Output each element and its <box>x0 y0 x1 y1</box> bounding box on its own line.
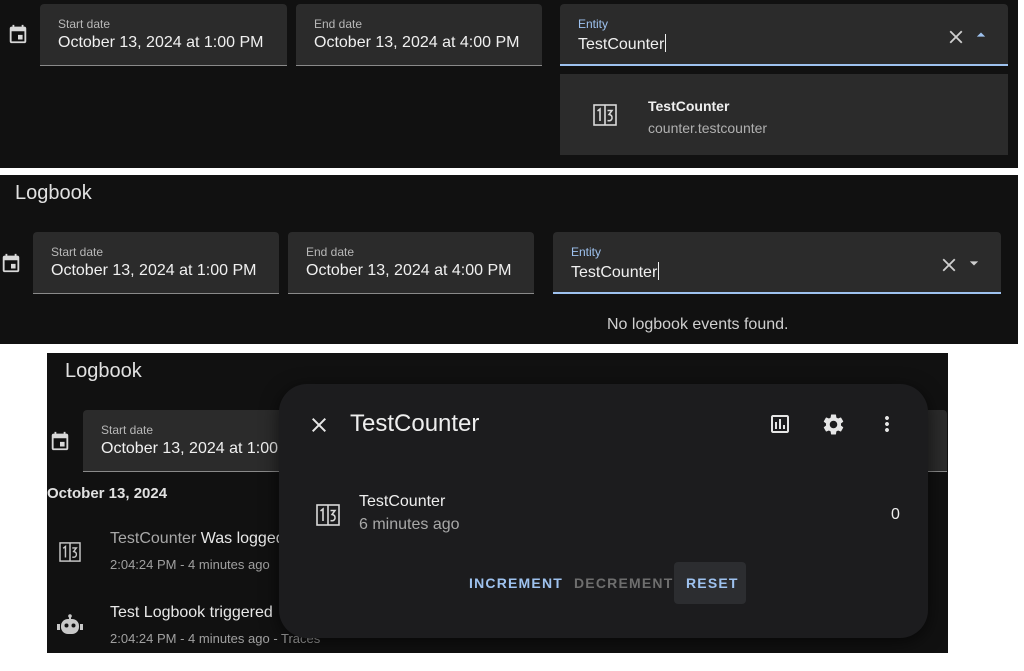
list-item[interactable]: TestCounter Was logged <box>110 530 285 548</box>
list-item[interactable]: Test Logbook triggered <box>110 604 273 622</box>
page-title: Logbook <box>15 182 92 204</box>
calendar-icon[interactable] <box>7 23 29 45</box>
entity-value: TestCounter <box>571 262 660 281</box>
end-date-value: October 13, 2024 at 4:00 PM <box>306 262 512 279</box>
last-changed: 6 minutes ago <box>359 516 460 533</box>
entry-action: Was logged <box>200 530 285 547</box>
entity-suggestion-item[interactable]: TestCounter counter.testcounter <box>560 74 1008 155</box>
end-date-field[interactable]: End date October 13, 2024 at 4:00 PM <box>296 4 542 66</box>
panel-no-events: Logbook Start date October 13, 2024 at 1… <box>0 175 1018 344</box>
entity-input[interactable]: Entity TestCounter <box>553 232 1001 294</box>
more-info-dialog: TestCounter TestCounter 6 minutes ago 0 … <box>279 384 928 638</box>
chevron-down-icon[interactable] <box>964 253 984 273</box>
panel-logbook-dialog: Logbook Start date October 13, 2024 at 1… <box>47 353 948 653</box>
decrement-button[interactable]: DECREMENT <box>574 575 673 591</box>
end-date-value: October 13, 2024 at 4:00 PM <box>314 34 520 51</box>
entity-label: Entity <box>571 245 602 259</box>
panel-entity-picker-open: Start date October 13, 2024 at 1:00 PM E… <box>0 0 1018 168</box>
gear-icon[interactable] <box>821 412 846 437</box>
start-date-label: Start date <box>101 423 154 437</box>
entity-value: TestCounter <box>578 34 667 53</box>
close-icon[interactable] <box>938 254 960 276</box>
entry-entity-link[interactable]: Test Logbook triggered <box>110 604 273 621</box>
start-date-field[interactable]: Start date October 13, 2024 at 1:00 PM <box>33 232 279 294</box>
suggestion-name: TestCounter <box>648 98 730 114</box>
calendar-icon[interactable] <box>49 430 71 452</box>
close-icon[interactable] <box>307 413 331 437</box>
start-date-label: Start date <box>51 245 104 259</box>
end-date-field[interactable]: End date October 13, 2024 at 4:00 PM <box>288 232 534 294</box>
empty-message: No logbook events found. <box>607 316 789 333</box>
page-title: Logbook <box>65 360 142 382</box>
entity-label: Entity <box>578 17 609 31</box>
end-date-label: End date <box>306 245 355 259</box>
counter-icon <box>316 504 340 526</box>
increment-button[interactable]: INCREMENT <box>469 575 563 591</box>
entry-meta: 2:04:24 PM - 4 minutes ago - Traces <box>110 631 321 646</box>
reset-label: RESET <box>686 575 739 591</box>
reset-button[interactable]: RESET <box>674 562 746 604</box>
start-date-value: October 13, 2024 at 1:00 PM <box>51 262 257 279</box>
entry-meta: 2:04:24 PM - 4 minutes ago <box>110 557 270 572</box>
chevron-up-icon[interactable] <box>971 25 991 45</box>
start-date-label: Start date <box>58 17 111 31</box>
start-date-value: October 13, 2024 at 1:00 <box>101 440 279 457</box>
start-date-value: October 13, 2024 at 1:00 PM <box>58 34 264 51</box>
close-icon[interactable] <box>945 26 967 48</box>
date-header: October 13, 2024 <box>47 485 168 502</box>
entry-entity-link[interactable]: TestCounter <box>110 530 196 547</box>
start-date-field[interactable]: Start date October 13, 2024 at 1:00 PM <box>40 4 287 66</box>
state-value: 0 <box>891 506 900 523</box>
entity-name: TestCounter <box>359 493 446 510</box>
calendar-icon[interactable] <box>0 252 22 274</box>
robot-icon <box>57 614 83 634</box>
history-icon[interactable] <box>768 412 792 436</box>
counter-icon <box>59 542 81 562</box>
end-date-label: End date <box>314 17 363 31</box>
dialog-title: TestCounter <box>350 410 480 437</box>
entity-input[interactable]: Entity TestCounter <box>560 4 1008 66</box>
counter-icon <box>593 104 617 126</box>
more-vert-icon[interactable] <box>875 412 899 436</box>
suggestion-entity-id: counter.testcounter <box>648 120 768 136</box>
